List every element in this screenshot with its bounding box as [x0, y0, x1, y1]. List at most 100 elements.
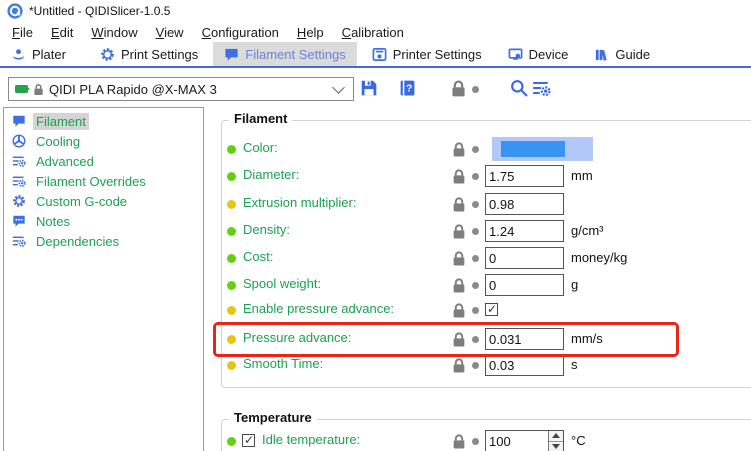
tab-plater[interactable]: Plater: [0, 42, 77, 66]
menu-view[interactable]: View: [147, 24, 193, 41]
dot-indicator: [472, 307, 479, 314]
lock-all-icon[interactable]: [451, 80, 466, 97]
option-label: Diameter:: [243, 167, 299, 182]
tab-guide[interactable]: Guide: [583, 42, 661, 66]
lock-icon[interactable]: [452, 169, 466, 184]
title-bar: *Untitled - QIDISlicer-1.0.5: [0, 0, 751, 22]
row-idle-temperature: Idle temperature: °C: [0, 429, 751, 451]
row-density: Density: g/cm³: [0, 219, 751, 243]
status-bullet-icon: [227, 306, 236, 315]
status-bullet-icon: [227, 254, 236, 263]
idle-temperature-checkbox[interactable]: [242, 434, 255, 447]
printer-icon: [372, 47, 387, 62]
diameter-input[interactable]: [485, 165, 564, 187]
lock-icon[interactable]: [452, 278, 466, 293]
menu-help[interactable]: Help: [288, 24, 333, 41]
window-title: *Untitled - QIDISlicer-1.0.5: [29, 4, 170, 18]
option-label: Smooth Time:: [243, 356, 323, 371]
tab-underline: [0, 66, 751, 68]
option-label: Extrusion multiplier:: [243, 195, 356, 210]
status-bullet-icon: [227, 361, 236, 370]
cost-input[interactable]: [485, 247, 564, 269]
tab-label: Print Settings: [121, 47, 198, 62]
dot-indicator: [472, 255, 479, 262]
help-book-icon[interactable]: ?: [399, 79, 416, 97]
option-label: Color:: [243, 140, 278, 155]
search-icon[interactable]: [510, 79, 528, 97]
tab-print-settings[interactable]: Print Settings: [89, 42, 209, 66]
unit-label: g: [571, 277, 578, 292]
row-cost: Cost: money/kg: [0, 246, 751, 270]
extrusion-multiplier-input[interactable]: [485, 193, 564, 215]
lock-icon[interactable]: [452, 434, 466, 449]
filament-section-title: Filament: [229, 111, 292, 126]
dot-indicator: [472, 362, 479, 369]
idle-temperature-spinner: [485, 430, 564, 451]
option-label: Density:: [243, 222, 290, 237]
chevron-down-icon: [332, 81, 345, 94]
unit-label: s: [571, 357, 578, 372]
app-logo-icon: [7, 3, 23, 19]
dot-indicator: [472, 86, 479, 93]
menu-window[interactable]: Window: [82, 24, 146, 41]
lock-icon[interactable]: [452, 224, 466, 239]
status-bullet-icon: [227, 145, 236, 154]
spin-up-icon[interactable]: [549, 431, 563, 441]
tab-filament-settings[interactable]: Filament Settings: [213, 42, 356, 66]
lock-icon[interactable]: [452, 197, 466, 212]
smooth-time-input[interactable]: [485, 354, 564, 376]
menu-bar: File Edit Window View Configuration Help…: [0, 22, 751, 42]
menu-calibration[interactable]: Calibration: [333, 24, 413, 41]
sidebar-item-filament[interactable]: Filament: [4, 111, 203, 131]
tab-label: Device: [529, 47, 569, 62]
option-label: Enable pressure advance:: [243, 301, 394, 316]
tab-label: Filament Settings: [245, 47, 345, 62]
unit-label: money/kg: [571, 250, 627, 265]
enable-pressure-advance-checkbox[interactable]: [485, 303, 498, 316]
save-preset-button[interactable]: [360, 79, 378, 97]
row-extrusion-multiplier: Extrusion multiplier:: [0, 192, 751, 216]
density-input[interactable]: [485, 220, 564, 242]
menu-configuration[interactable]: Configuration: [193, 24, 288, 41]
preset-lock-icon: [33, 83, 44, 96]
status-bullet-icon: [227, 200, 236, 209]
color-picker-button[interactable]: [492, 137, 593, 161]
main-tab-bar: Plater Print Settings Filament Settings …: [0, 42, 751, 66]
tab-label: Plater: [32, 47, 66, 62]
tab-device[interactable]: Device: [497, 42, 580, 66]
menu-file[interactable]: File: [3, 24, 42, 41]
unit-label: g/cm³: [571, 223, 604, 238]
svg-text:?: ?: [406, 84, 412, 95]
settings-list-icon[interactable]: [532, 79, 551, 97]
lock-icon[interactable]: [452, 303, 466, 318]
gear-icon: [100, 47, 115, 62]
lock-icon[interactable]: [452, 358, 466, 373]
unit-label: °C: [571, 433, 586, 448]
option-label: Cost:: [243, 249, 273, 264]
status-bullet-icon: [227, 281, 236, 290]
qidislicer-window: *Untitled - QIDISlicer-1.0.5 File Edit W…: [0, 0, 751, 451]
lock-icon[interactable]: [452, 142, 466, 157]
menu-edit[interactable]: Edit: [42, 24, 82, 41]
row-spool-weight: Spool weight: g: [0, 273, 751, 297]
pressure-advance-highlight: [213, 322, 679, 357]
row-color: Color:: [0, 137, 751, 161]
dot-indicator: [472, 146, 479, 153]
status-bullet-icon: [227, 172, 236, 181]
device-icon: [508, 47, 523, 62]
spin-down-icon[interactable]: [549, 441, 563, 451]
temperature-section-title: Temperature: [229, 410, 317, 425]
filament-preset-select[interactable]: QIDI PLA Rapido @X-MAX 3: [8, 77, 354, 101]
row-enable-pressure-advance: Enable pressure advance:: [0, 298, 751, 322]
tab-label: Guide: [615, 47, 650, 62]
tab-printer-settings[interactable]: Printer Settings: [361, 42, 493, 66]
status-bullet-icon: [227, 227, 236, 236]
spool-weight-input[interactable]: [485, 274, 564, 296]
option-label: Spool weight:: [243, 276, 321, 291]
filament-icon: [224, 47, 239, 62]
lock-icon[interactable]: [452, 251, 466, 266]
preset-name: QIDI PLA Rapido @X-MAX 3: [49, 82, 334, 97]
status-bullet-icon: [227, 437, 236, 446]
spinner-buttons: [548, 431, 563, 451]
color-swatch: [501, 141, 565, 157]
